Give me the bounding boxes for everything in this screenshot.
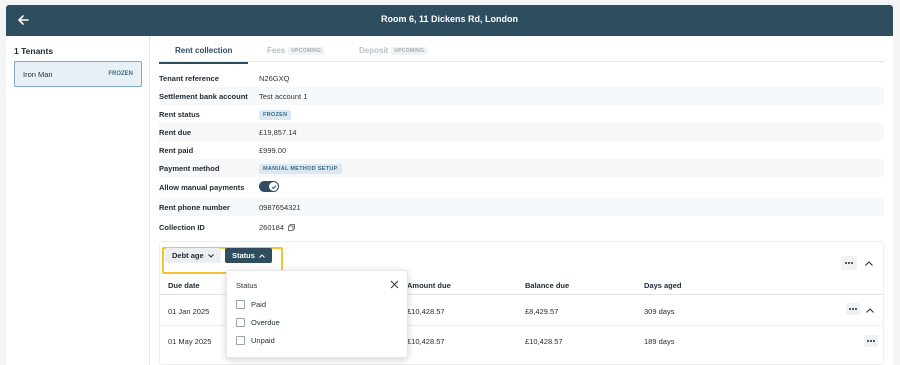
detail-value xyxy=(259,181,279,192)
status-filter-button[interactable]: Status xyxy=(225,248,272,263)
detail-value: £999.00 xyxy=(259,146,287,155)
detail-row-settlement-account: Settlement bank account Test account 1 xyxy=(159,87,884,105)
tab-deposit[interactable]: Deposit UPCOMING xyxy=(359,46,428,55)
close-dropdown-button[interactable] xyxy=(390,280,400,290)
payment-method-tag: MANUAL METHOD SETUP xyxy=(259,164,342,174)
detail-label: Allow manual payments xyxy=(159,183,245,192)
status-filter-dropdown: Status Paid Overdue Unpaid xyxy=(226,270,408,358)
status-option-overdue[interactable]: Overdue xyxy=(236,318,280,327)
detail-label: Rent status xyxy=(159,110,200,119)
option-label: Paid xyxy=(251,300,267,309)
button-label: Debt age xyxy=(172,251,204,260)
row-collapse-button[interactable] xyxy=(865,305,875,315)
tab-label: Deposit xyxy=(359,46,389,55)
detail-label: Collection ID xyxy=(159,223,205,232)
cell-amount-due: £10,428.57 xyxy=(407,337,445,346)
tenants-heading: 1 Tenants xyxy=(14,46,54,56)
column-header-balance-due: Balance due xyxy=(525,281,570,290)
detail-value: Test account 1 xyxy=(259,92,308,101)
row-more-options-button[interactable] xyxy=(846,303,860,315)
tab-rent-collection[interactable]: Rent collection xyxy=(158,46,249,64)
detail-value: 0987654321 xyxy=(259,203,301,212)
detail-value: FROZEN xyxy=(259,110,292,120)
option-label: Unpaid xyxy=(251,336,275,345)
collection-id-value: 260184 xyxy=(259,223,285,232)
detail-value: N26GXQ xyxy=(259,74,290,83)
rent-status-tag: FROZEN xyxy=(259,110,292,120)
tab-label: Fees xyxy=(267,46,286,55)
detail-row-collection-id: Collection ID 260184 xyxy=(159,218,884,236)
detail-row-rent-status: Rent status FROZEN xyxy=(159,105,884,123)
detail-label: Rent due xyxy=(159,128,192,137)
chevron-up-icon xyxy=(259,253,265,258)
dropdown-title: Status xyxy=(236,281,258,290)
upcoming-pill: UPCOMING xyxy=(391,46,428,55)
cell-amount-due: £10,428.57 xyxy=(407,307,445,316)
chevron-up-icon xyxy=(866,307,874,313)
checkbox[interactable] xyxy=(236,300,245,309)
column-header-amount-due: Amount due xyxy=(407,281,451,290)
chevron-up-icon xyxy=(865,260,873,266)
upcoming-pill: UPCOMING xyxy=(288,46,325,55)
close-icon xyxy=(390,280,399,289)
check-icon xyxy=(271,184,276,189)
cell-days-aged: 189 days xyxy=(644,337,675,346)
detail-label: Payment method xyxy=(159,164,220,173)
cell-due-date: 01 Jan 2025 xyxy=(168,307,210,316)
cell-due-date: 01 May 2025 xyxy=(168,337,212,346)
tenants-sidebar: 1 Tenants Iron Man FROZEN xyxy=(6,36,150,365)
cell-balance-due: £8,429.57 xyxy=(525,307,559,316)
status-option-unpaid[interactable]: Unpaid xyxy=(236,336,275,345)
column-header-days-aged: Days aged xyxy=(644,281,682,290)
tab-label: Rent collection xyxy=(175,46,233,55)
copy-icon[interactable] xyxy=(288,224,295,231)
column-header-due-date: Due date xyxy=(168,281,200,290)
collapse-table-button[interactable] xyxy=(864,258,874,268)
detail-row-rent-due: Rent due £19,857.14 xyxy=(159,123,884,141)
detail-row-rent-phone: Rent phone number 0987654321 xyxy=(159,198,884,216)
checkbox[interactable] xyxy=(236,318,245,327)
detail-value: MANUAL METHOD SETUP xyxy=(259,164,342,174)
cell-days-aged: 309 days xyxy=(644,307,675,316)
cell-balance-due: £10,428.57 xyxy=(525,337,563,346)
option-label: Overdue xyxy=(251,318,280,327)
tenant-status-badge: FROZEN xyxy=(108,71,133,77)
allow-manual-payments-toggle[interactable] xyxy=(259,181,279,192)
row-more-options-button[interactable] xyxy=(864,335,878,347)
chevron-down-icon xyxy=(207,253,214,258)
detail-label: Settlement bank account xyxy=(159,92,248,101)
detail-value: 260184 xyxy=(259,223,295,232)
tab-fees[interactable]: Fees UPCOMING xyxy=(267,46,325,55)
detail-row-rent-paid: Rent paid £999.00 xyxy=(159,141,884,159)
button-label: Status xyxy=(232,251,255,260)
toggle-knob xyxy=(269,182,278,191)
detail-value: £19,857.14 xyxy=(259,128,297,137)
detail-label: Rent phone number xyxy=(159,203,230,212)
debt-age-filter-button[interactable]: Debt age xyxy=(165,248,221,263)
detail-row-tenant-reference: Tenant reference N26GXQ xyxy=(159,69,884,87)
detail-row-payment-method: Payment method MANUAL METHOD SETUP xyxy=(159,159,884,177)
detail-label: Rent paid xyxy=(159,146,194,155)
status-option-paid[interactable]: Paid xyxy=(236,300,266,309)
page-header: Room 6, 11 Dickens Rd, London xyxy=(6,5,893,36)
detail-row-allow-manual-payments: Allow manual payments xyxy=(159,178,884,196)
tenant-item[interactable]: Iron Man FROZEN xyxy=(14,61,142,87)
tenant-name: Iron Man xyxy=(23,70,53,79)
checkbox[interactable] xyxy=(236,336,245,345)
table-more-options-button[interactable] xyxy=(841,256,857,270)
detail-label: Tenant reference xyxy=(159,74,219,83)
page-title: Room 6, 11 Dickens Rd, London xyxy=(380,14,519,24)
tab-bar: Rent collection Fees UPCOMING Deposit UP… xyxy=(158,36,884,64)
